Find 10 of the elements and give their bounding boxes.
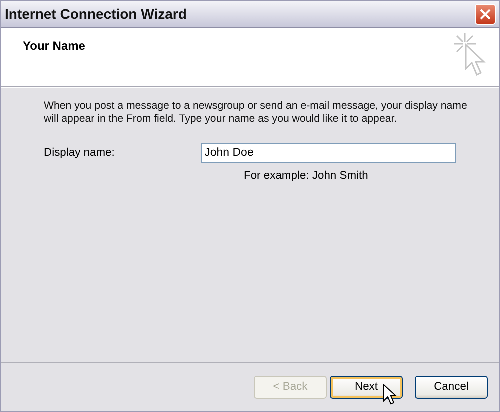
close-icon (480, 8, 491, 20)
display-name-field[interactable]: John Doe (200, 143, 456, 163)
example-text: For example: John Smith (244, 170, 370, 182)
mouse-pointer-icon (383, 384, 397, 406)
close-button[interactable] (475, 4, 496, 24)
intro-text: When you post a message to a newsgroup or send an e-mail message, your display name will appear in the From field. Type your name as you would like it to appear. (44, 100, 468, 126)
display-name-label: Display name: (44, 147, 116, 159)
wizard-button[interactable]: Cancel (415, 376, 488, 398)
window-title: Internet Connection Wizard (5, 6, 187, 22)
page-title: Your Name (23, 39, 86, 55)
